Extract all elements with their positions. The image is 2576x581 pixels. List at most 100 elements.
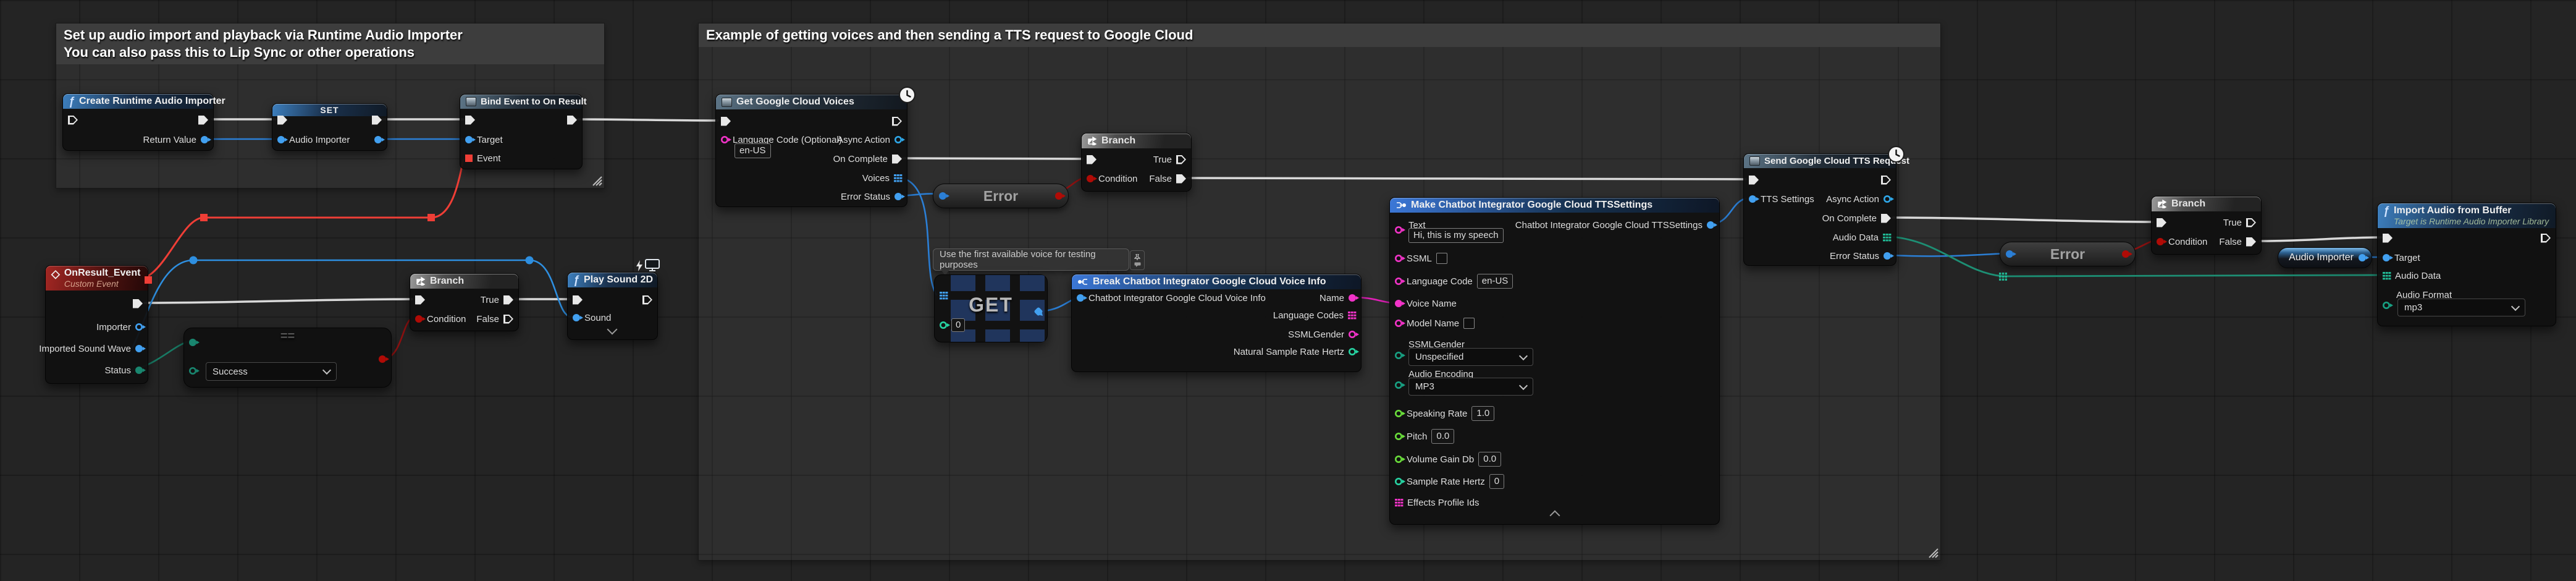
enum-dropdown[interactable]: Success: [206, 362, 337, 381]
model-name-pin[interactable]: [1395, 320, 1402, 327]
variable-out-pin[interactable]: [2359, 254, 2366, 261]
speaking-rate-pin[interactable]: [1395, 410, 1402, 417]
condition-pin[interactable]: [1087, 175, 1094, 182]
exec-out-pin[interactable]: [642, 295, 652, 305]
natural-sample-rate-pin[interactable]: [1349, 348, 1356, 355]
text-field[interactable]: Hi, this is my speech: [1408, 228, 1504, 243]
exec-out-pin[interactable]: [198, 116, 208, 125]
node-bind-event-to-on-result[interactable]: Bind Event to On Result Target Event: [460, 94, 583, 169]
importer-out-pin[interactable]: [135, 323, 143, 331]
true-exec-pin[interactable]: [503, 295, 513, 305]
pitch-field[interactable]: 0.0: [1431, 429, 1454, 444]
condition-pin[interactable]: [415, 315, 423, 323]
target-pin[interactable]: [2383, 254, 2390, 261]
exec-out-pin[interactable]: [372, 116, 382, 125]
bubble-pin-tab[interactable]: [1130, 250, 1145, 270]
pitch-pin[interactable]: [1395, 433, 1402, 440]
target-pin[interactable]: [465, 136, 473, 143]
exec-in-pin[interactable]: [68, 116, 78, 125]
exec-in-pin[interactable]: [277, 116, 287, 125]
error-in-pin[interactable]: [2006, 250, 2013, 258]
exec-out-pin[interactable]: [2541, 234, 2551, 243]
tts-settings-pin[interactable]: [1749, 195, 1756, 203]
sound-pin[interactable]: [573, 314, 580, 321]
node-import-audio-from-buffer[interactable]: ƒ Import Audio from Buffer Target is Run…: [2377, 203, 2556, 326]
true-exec-pin[interactable]: [2246, 218, 2256, 227]
ssml-gender-out-pin[interactable]: [1349, 331, 1356, 338]
exec-out-pin[interactable]: [892, 117, 902, 126]
audio-data-array-pin[interactable]: [1883, 234, 1891, 242]
node-create-runtime-audio-importer[interactable]: ƒCreate Runtime Audio Importer Return Va…: [62, 93, 214, 151]
speaking-rate-field[interactable]: 1.0: [1471, 406, 1494, 421]
reroute-node-blue-1[interactable]: [190, 257, 198, 265]
effects-profile-ids-array-pin[interactable]: [1395, 499, 1403, 507]
node-make-tts-settings[interactable]: Make Chatbot Integrator Google Cloud TTS…: [1389, 197, 1720, 525]
node-break-voice-info[interactable]: Break Chatbot Integrator Google Cloud Vo…: [1071, 274, 1362, 372]
node-play-sound-2d[interactable]: ƒPlay Sound 2D Sound: [567, 272, 658, 340]
on-complete-exec-pin[interactable]: [1881, 214, 1891, 223]
equal-result-pin[interactable]: [379, 355, 386, 363]
node-set-audio-importer[interactable]: SET Audio Importer: [272, 103, 387, 151]
exec-out-pin[interactable]: [133, 299, 143, 308]
error-status-pin[interactable]: [894, 193, 902, 200]
true-exec-pin[interactable]: [1176, 155, 1186, 164]
node-get-google-cloud-voices[interactable]: Get Google Cloud Voices Language Code (O…: [715, 94, 907, 207]
sample-rate-field[interactable]: 0: [1489, 474, 1504, 489]
value-out-pin[interactable]: [374, 136, 382, 143]
ttssettings-out-pin[interactable]: [1707, 221, 1714, 229]
exec-in-pin[interactable]: [1087, 155, 1096, 164]
reroute-node-teal-grid[interactable]: [1999, 273, 2007, 281]
delegate-out-pin[interactable]: [145, 276, 152, 284]
exec-in-pin[interactable]: [721, 117, 731, 126]
error-out-pin[interactable]: [2122, 250, 2129, 258]
equal-input-a-pin[interactable]: [189, 339, 196, 346]
volume-gain-field[interactable]: 0.0: [1478, 452, 1501, 467]
voices-array-pin[interactable]: [894, 174, 902, 182]
language-code-field[interactable]: en-US: [734, 143, 771, 158]
false-exec-pin[interactable]: [1176, 174, 1186, 184]
ssml-gender-dropdown[interactable]: Unspecified: [1408, 348, 1533, 366]
language-code-pin[interactable]: [721, 136, 728, 143]
language-code-field[interactable]: en-US: [1477, 274, 1513, 289]
return-value-pin[interactable]: [201, 136, 208, 143]
node-onresult-custom-event[interactable]: ◇ OnResult_Event Custom Event Importer I…: [45, 265, 148, 384]
condition-pin[interactable]: [2157, 238, 2164, 245]
node-error-macro-2[interactable]: Error: [2000, 242, 2136, 266]
pinned-bubble-comment[interactable]: Use the first available voice for testin…: [933, 248, 1129, 271]
node-audio-importer-variable[interactable]: Audio Importer: [2278, 247, 2372, 268]
ssml-pin[interactable]: [1395, 255, 1402, 262]
on-complete-exec-pin[interactable]: [892, 155, 902, 164]
exec-in-pin[interactable]: [1749, 176, 1759, 185]
language-code-pin[interactable]: [1395, 278, 1402, 285]
model-name-box[interactable]: [1463, 318, 1475, 329]
expand-advanced-chevron[interactable]: [607, 324, 618, 335]
node-error-macro-1[interactable]: Error: [933, 184, 1069, 208]
exec-out-pin[interactable]: [567, 116, 577, 125]
exec-in-pin[interactable]: [573, 295, 583, 305]
error-status-pin[interactable]: [1884, 252, 1891, 260]
node-array-get[interactable]: GET 0: [934, 274, 1048, 342]
async-action-pin[interactable]: [894, 136, 902, 143]
sample-rate-pin[interactable]: [1395, 478, 1402, 485]
volume-gain-pin[interactable]: [1395, 456, 1402, 463]
node-branch-3[interactable]: Branch True Condition False: [2151, 196, 2262, 255]
collapse-chevron[interactable]: [1550, 511, 1560, 521]
node-branch-1[interactable]: Branch True Condition False: [410, 273, 519, 331]
imported-sound-wave-pin[interactable]: [135, 345, 143, 352]
node-equal-enum[interactable]: == Success: [183, 328, 392, 388]
reroute-node-red-2[interactable]: [427, 214, 435, 221]
exec-in-pin[interactable]: [415, 295, 425, 305]
exec-out-pin[interactable]: [1881, 176, 1891, 185]
name-out-pin[interactable]: [1349, 294, 1356, 302]
exec-in-pin[interactable]: [2157, 218, 2166, 227]
false-exec-pin[interactable]: [503, 315, 513, 324]
index-field[interactable]: 0: [951, 318, 965, 332]
audio-data-array-pin[interactable]: [2383, 272, 2391, 280]
async-action-pin[interactable]: [1884, 195, 1891, 203]
audio-encoding-pin[interactable]: [1395, 381, 1402, 389]
reroute-node-blue-2[interactable]: [526, 257, 534, 265]
ssml-checkbox[interactable]: [1436, 253, 1447, 264]
language-codes-array-pin[interactable]: [1348, 312, 1356, 320]
audio-importer-in-pin[interactable]: [277, 136, 285, 143]
node-branch-2[interactable]: Branch True Condition False: [1081, 133, 1192, 192]
